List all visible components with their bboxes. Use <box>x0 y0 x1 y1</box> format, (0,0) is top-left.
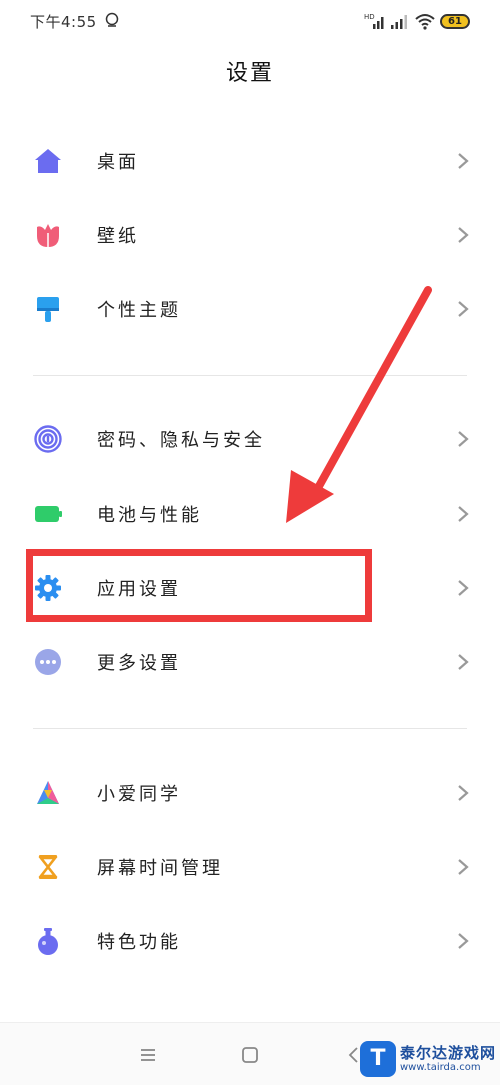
settings-item-battery[interactable]: 电池与性能 <box>0 484 500 544</box>
status-icons: HD 61 <box>364 10 470 32</box>
menu-icon[interactable] <box>136 1043 160 1067</box>
wifi-icon <box>415 14 435 30</box>
home-button-icon[interactable] <box>238 1043 262 1067</box>
chevron-right-icon <box>458 227 469 243</box>
chevron-right-icon <box>458 431 469 447</box>
settings-item-label: 个性主题 <box>97 300 181 321</box>
alarm-icon <box>105 12 119 27</box>
chevron-right-icon <box>458 506 469 522</box>
watermark-url: www.tairda.com <box>400 1061 481 1073</box>
watermark: T 泰尔达游戏网 www.tairda.com <box>360 1034 500 1084</box>
settings-item-more[interactable]: 更多设置 <box>0 632 500 692</box>
fingerprint-icon <box>34 425 62 453</box>
flask-icon <box>38 928 58 955</box>
settings-item-xiaoai[interactable]: 小爱同学 <box>0 763 500 823</box>
settings-item-desktop[interactable]: 桌面 <box>0 131 500 191</box>
network-type: HD <box>364 13 375 21</box>
settings-item-theme[interactable]: 个性主题 <box>0 279 500 339</box>
settings-item-screen-time[interactable]: 屏幕时间管理 <box>0 837 500 897</box>
tulip-icon <box>37 224 59 247</box>
chevron-right-icon <box>458 580 469 596</box>
battery-indicator: 61 <box>440 13 470 29</box>
highlight-box <box>26 549 372 622</box>
battery-icon <box>35 506 62 522</box>
status-bar: 下午4:55 HD 61 <box>0 0 500 42</box>
chevron-right-icon <box>458 859 469 875</box>
settings-item-wallpaper[interactable]: 壁纸 <box>0 205 500 265</box>
status-time: 下午4:55 <box>30 13 97 31</box>
more-icon <box>35 649 61 675</box>
section-divider <box>33 728 467 729</box>
chevron-right-icon <box>458 785 469 801</box>
paintbrush-icon <box>37 297 59 322</box>
home-icon <box>35 149 61 173</box>
chevron-right-icon <box>458 933 469 949</box>
settings-item-label: 桌面 <box>97 152 139 173</box>
watermark-name: 泰尔达游戏网 <box>400 1044 497 1063</box>
settings-item-label: 电池与性能 <box>97 505 202 526</box>
watermark-logo: T <box>360 1041 396 1077</box>
settings-item-label: 密码、隐私与安全 <box>97 430 265 451</box>
chevron-right-icon <box>458 153 469 169</box>
xiaoai-icon <box>37 781 59 804</box>
settings-item-privacy[interactable]: 密码、隐私与安全 <box>0 409 500 469</box>
settings-item-special-features[interactable]: 特色功能 <box>0 911 500 971</box>
settings-item-label: 特色功能 <box>97 932 181 953</box>
section-divider <box>33 375 467 376</box>
hourglass-icon <box>38 855 58 879</box>
hd-signal-icon: HD <box>364 13 384 29</box>
settings-item-label: 屏幕时间管理 <box>97 858 223 879</box>
chevron-right-icon <box>458 654 469 670</box>
settings-item-label: 小爱同学 <box>97 784 181 805</box>
chevron-right-icon <box>458 301 469 317</box>
signal-icon <box>391 15 407 29</box>
settings-item-label: 更多设置 <box>97 653 181 674</box>
settings-item-label: 壁纸 <box>97 226 139 247</box>
page-title: 设置 <box>225 61 274 86</box>
